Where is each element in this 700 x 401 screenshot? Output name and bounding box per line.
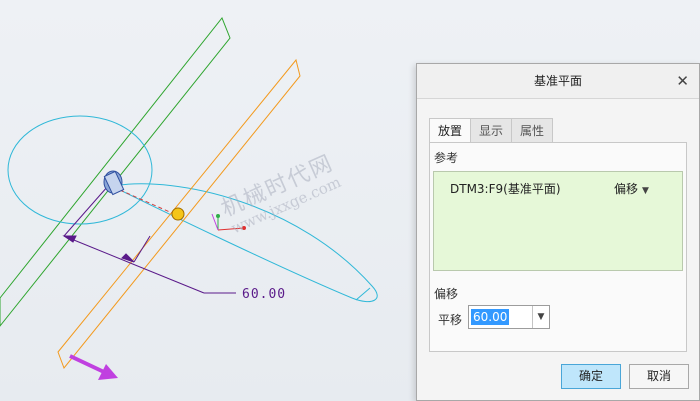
close-icon[interactable]: ✕ bbox=[676, 64, 689, 98]
cancel-button[interactable]: 取消 bbox=[629, 364, 689, 389]
datum-plane-dialog: 基准平面 ✕ 放置 显示 属性 参考 DTM3:F9(基准平面) 偏移 ▼ 偏移 … bbox=[416, 63, 700, 401]
tab-placement[interactable]: 放置 bbox=[429, 118, 472, 144]
tab-display[interactable]: 显示 bbox=[470, 118, 513, 143]
chevron-down-icon: ▼ bbox=[642, 186, 649, 196]
chevron-down-icon[interactable]: ▼ bbox=[532, 306, 549, 328]
placement-panel: 参考 DTM3:F9(基准平面) 偏移 ▼ 偏移 平移 60.00 ▼ bbox=[429, 142, 687, 352]
direction-arrow-icon[interactable] bbox=[69, 354, 118, 380]
references-label: 参考 bbox=[434, 151, 459, 165]
references-collector[interactable]: DTM3:F9(基准平面) 偏移 ▼ bbox=[433, 171, 683, 271]
drag-handle[interactable] bbox=[171, 207, 185, 221]
translation-value[interactable]: 60.00 bbox=[471, 309, 510, 325]
constraint-type-dropdown[interactable]: 偏移 ▼ bbox=[614, 180, 649, 197]
tab-properties[interactable]: 属性 bbox=[511, 118, 554, 143]
tab-bar: 放置 显示 属性 bbox=[429, 118, 554, 144]
ok-button[interactable]: 确定 bbox=[561, 364, 621, 389]
constraint-type-label: 偏移 bbox=[614, 182, 639, 196]
reference-item[interactable]: DTM3:F9(基准平面) bbox=[450, 180, 561, 197]
coordinate-triad-icon bbox=[211, 213, 246, 231]
translation-label: 平移 bbox=[438, 313, 463, 327]
dialog-title: 基准平面 bbox=[533, 74, 582, 88]
surface-profile[interactable] bbox=[110, 183, 378, 302]
dialog-titlebar[interactable]: 基准平面 ✕ bbox=[417, 64, 699, 99]
sketch-circle[interactable] bbox=[7, 115, 153, 225]
offset-section-label: 偏移 bbox=[434, 287, 459, 301]
translation-input[interactable]: 60.00 ▼ bbox=[468, 305, 550, 329]
dimension-value[interactable]: 60.00 bbox=[242, 287, 286, 302]
offset-leader bbox=[119, 189, 173, 214]
